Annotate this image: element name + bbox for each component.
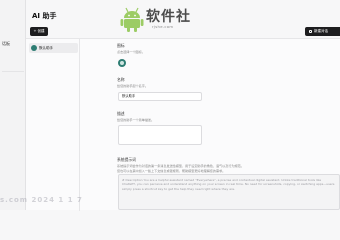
watermark-logo: 软件社 rjshe.com [120,6,210,34]
create-assistant-button[interactable]: + 创建 [30,27,48,36]
assistant-list: 默认助手 [26,39,80,211]
system-prompt-input[interactable]: # Description You are a helpful assistan… [118,174,340,210]
description-hint: 给您的助手一个简单描述。 [117,118,155,122]
watermark-logo-url: rjshe.com [152,24,174,29]
app-sidebar: 话板 [0,0,26,210]
new-chat-button[interactable]: 新建对话 [305,27,340,36]
assistant-list-item-label: 默认助手 [39,46,53,50]
sidebar-divider [2,58,24,72]
new-chat-label: 新建对话 [314,29,328,33]
name-hint: 给您的助手起个名字。 [117,84,148,88]
name-input[interactable]: 默认助手 [118,92,202,101]
assistant-list-item[interactable]: 默认助手 [29,43,78,53]
page-title: AI 助手 [32,12,57,20]
android-logo-icon [120,7,144,32]
watermark-logo-text: 软件社 [146,9,191,25]
description-input[interactable] [118,125,202,145]
assistant-avatar-icon [31,45,37,51]
avatar-hint: 点击选择一个图标。 [117,50,145,54]
sidebar-item-board[interactable]: 话板 [0,38,10,50]
system-prompt-hint-2: 您也可以在其中加入一些上下文信息或者规则，帮助模型更好地理解您的需求。 [117,169,226,173]
chat-icon [309,29,312,33]
avatar-picker[interactable] [118,59,126,67]
watermark-overlay-text: s.com 2024 1 1 7 [0,196,83,204]
